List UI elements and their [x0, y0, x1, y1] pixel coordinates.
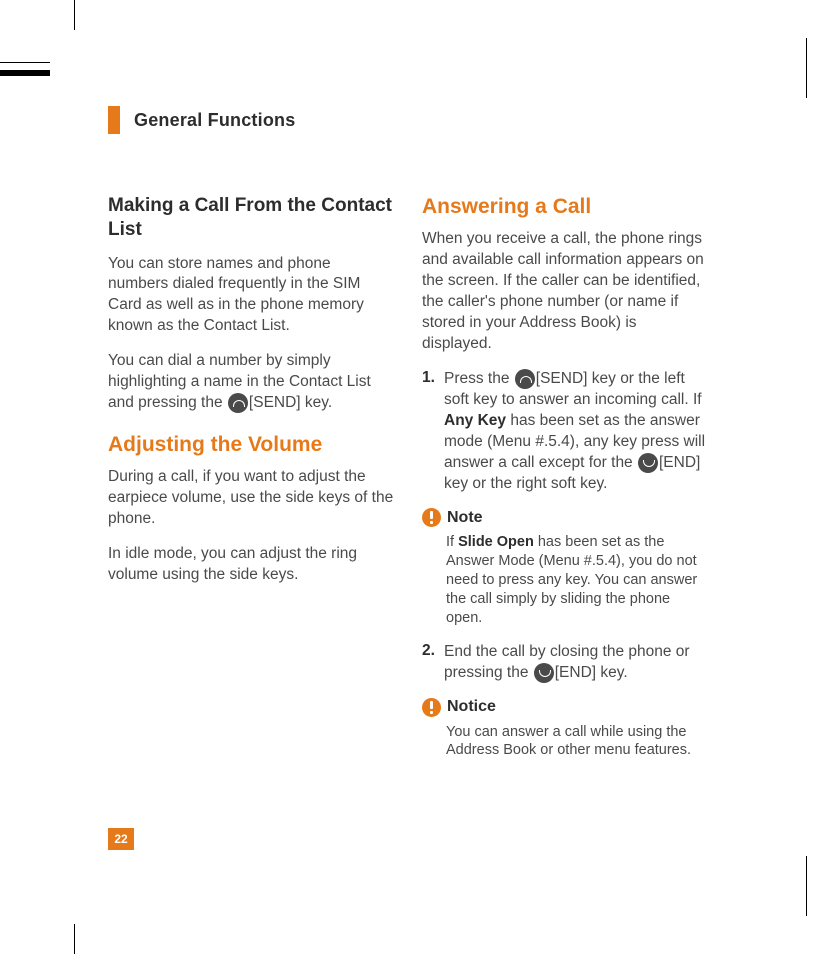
- text: Press the: [444, 370, 514, 387]
- text: [END] key.: [555, 664, 628, 681]
- columns: Making a Call From the Contact List You …: [108, 194, 708, 774]
- note-body: If Slide Open has been set as the Answer…: [446, 533, 708, 627]
- text: [SEND] key.: [249, 394, 332, 411]
- paragraph: When you receive a call, the phone rings…: [422, 229, 708, 355]
- left-column: Making a Call From the Contact List You …: [108, 194, 394, 774]
- list-text: Press the [SEND] key or the left soft ke…: [444, 369, 708, 495]
- alert-icon: [422, 698, 441, 717]
- note-header: Note: [422, 508, 708, 527]
- paragraph: You can store names and phone numbers di…: [108, 254, 394, 338]
- list-number: 2.: [422, 642, 438, 684]
- heading-answering-call: Answering a Call: [422, 194, 708, 219]
- ordered-item-1: 1. Press the [SEND] key or the left soft…: [422, 369, 708, 495]
- notice-header: Notice: [422, 698, 708, 717]
- ordered-item-2: 2. End the call by closing the phone or …: [422, 642, 708, 684]
- heading-contact-list: Making a Call From the Contact List: [108, 194, 394, 242]
- list-number: 1.: [422, 369, 438, 495]
- heading-adjusting-volume: Adjusting the Volume: [108, 432, 394, 457]
- notice-label: Notice: [447, 698, 496, 716]
- list-text: End the call by closing the phone or pre…: [444, 642, 708, 684]
- right-column: Answering a Call When you receive a call…: [422, 194, 708, 774]
- page-content: General Functions Making a Call From the…: [108, 106, 708, 774]
- text: If: [446, 534, 458, 550]
- paragraph: During a call, if you want to adjust the…: [108, 467, 394, 530]
- send-key-icon: [515, 369, 535, 389]
- paragraph: In idle mode, you can adjust the ring vo…: [108, 544, 394, 586]
- bold-text: Slide Open: [458, 534, 534, 550]
- page-header: General Functions: [108, 106, 708, 134]
- send-key-icon: [228, 393, 248, 413]
- paragraph: You can dial a number by simply highligh…: [108, 351, 394, 414]
- alert-icon: [422, 508, 441, 527]
- header-accent-bar: [108, 106, 120, 134]
- end-key-icon: [534, 663, 554, 683]
- bold-text: Any Key: [444, 412, 506, 429]
- page-number-badge: 22: [108, 828, 134, 850]
- note-label: Note: [447, 509, 483, 527]
- notice-body: You can answer a call while using the Ad…: [446, 723, 708, 761]
- end-key-icon: [638, 453, 658, 473]
- header-title: General Functions: [134, 110, 295, 131]
